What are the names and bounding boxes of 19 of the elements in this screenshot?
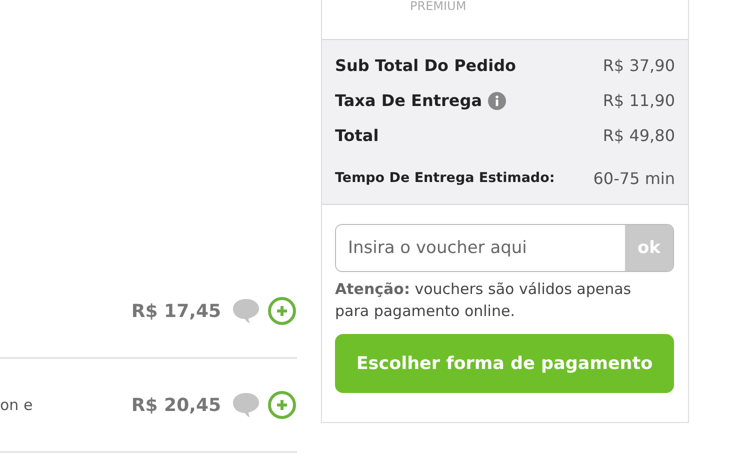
add-icon[interactable] [267,390,297,420]
item-price: R$ 20,45 [131,394,221,416]
item-price: R$ 17,45 [131,300,221,322]
voucher-note: Atenção: vouchers são válidos apenas para pagamento online. [335,279,632,322]
summary-value: R$ 49,80 [602,126,675,145]
payment-button[interactable]: Escolher forma de pagamento [335,334,674,393]
info-icon[interactable] [488,92,506,110]
summary-value: 60-75 min [593,168,675,188]
summary-value: R$ 37,90 [602,56,675,75]
summary-label: Total [335,126,379,145]
comment-icon[interactable] [231,297,261,325]
summary-label: Taxa De Entrega [335,91,482,110]
summary-label: Sub Total Do Pedido [335,56,516,75]
summary-value: R$ 11,90 [602,91,675,110]
plan-label: PREMIUM [410,0,466,12]
summary-label: Tempo De Entrega Estimado: [335,170,555,186]
comment-icon[interactable] [231,391,261,419]
item-description: on e [0,396,34,414]
add-icon[interactable] [267,296,297,326]
